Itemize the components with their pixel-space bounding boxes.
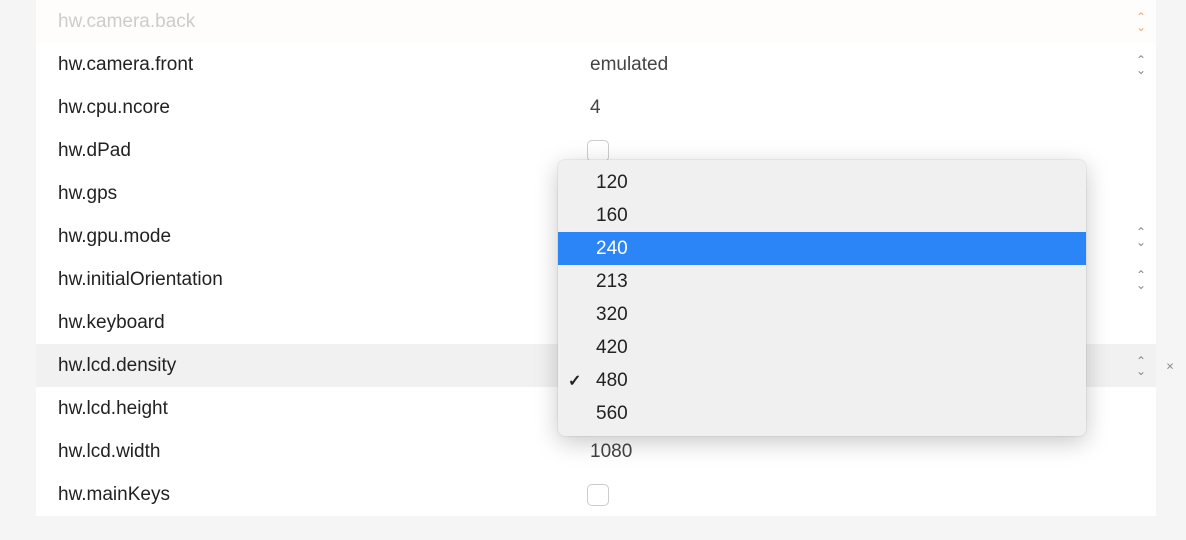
label-gps: hw.gps xyxy=(36,183,578,205)
value-lcd-width[interactable]: 1080 xyxy=(578,441,1156,463)
label-dpad: hw.dPad xyxy=(36,140,578,162)
stepper-icon[interactable]: ⌃⌄ xyxy=(1136,13,1146,31)
dropdown-option-240[interactable]: 240 xyxy=(558,232,1086,265)
label-lcd-density: hw.lcd.density xyxy=(36,355,578,377)
stepper-icon[interactable]: ⌃⌄ xyxy=(1136,56,1146,74)
dropdown-option-320[interactable]: 320 xyxy=(558,298,1086,331)
value-dpad[interactable] xyxy=(578,140,1156,162)
stepper-icon[interactable]: ⌃⌄ xyxy=(1136,271,1146,289)
label-initial-orientation: hw.initialOrientation xyxy=(36,269,578,291)
dropdown-option-120[interactable]: 120 xyxy=(558,166,1086,199)
dropdown-option-420[interactable]: 420 xyxy=(558,331,1086,364)
row-main-keys[interactable]: hw.mainKeys xyxy=(36,473,1156,516)
dropdown-option-480[interactable]: ✓ 480 xyxy=(558,364,1086,397)
label-gpu-mode: hw.gpu.mode xyxy=(36,226,578,248)
label-cpu-ncore: hw.cpu.ncore xyxy=(36,97,578,119)
checkbox-main-keys[interactable] xyxy=(587,484,609,506)
label-lcd-width: hw.lcd.width xyxy=(36,441,578,463)
label-camera-back: hw.camera.back xyxy=(36,11,578,33)
row-camera-front[interactable]: hw.camera.front emulated ⌃⌄ xyxy=(36,43,1156,86)
density-dropdown[interactable]: 120 160 240 213 320 420 ✓ 480 560 xyxy=(558,160,1086,436)
value-cpu-ncore[interactable]: 4 xyxy=(578,97,1156,119)
dropdown-option-213[interactable]: 213 xyxy=(558,265,1086,298)
dropdown-option-560[interactable]: 560 xyxy=(558,397,1086,430)
dropdown-option-160[interactable]: 160 xyxy=(558,199,1086,232)
checkmark-icon: ✓ xyxy=(568,371,581,391)
value-main-keys[interactable] xyxy=(578,484,1156,506)
row-camera-back[interactable]: hw.camera.back ⌃⌄ xyxy=(36,0,1156,43)
checkbox-dpad[interactable] xyxy=(587,140,609,162)
value-camera-front[interactable]: emulated ⌃⌄ xyxy=(578,54,1156,76)
close-icon[interactable]: × xyxy=(1162,358,1178,373)
label-lcd-height: hw.lcd.height xyxy=(36,398,578,420)
label-camera-front: hw.camera.front xyxy=(36,54,578,76)
stepper-icon[interactable]: ⌃⌄ xyxy=(1136,228,1146,246)
row-lcd-width[interactable]: hw.lcd.width 1080 xyxy=(36,430,1156,473)
label-main-keys: hw.mainKeys xyxy=(36,484,578,506)
stepper-icon[interactable]: ⌃⌄ xyxy=(1136,357,1146,375)
label-keyboard: hw.keyboard xyxy=(36,312,578,334)
row-cpu-ncore[interactable]: hw.cpu.ncore 4 xyxy=(36,86,1156,129)
